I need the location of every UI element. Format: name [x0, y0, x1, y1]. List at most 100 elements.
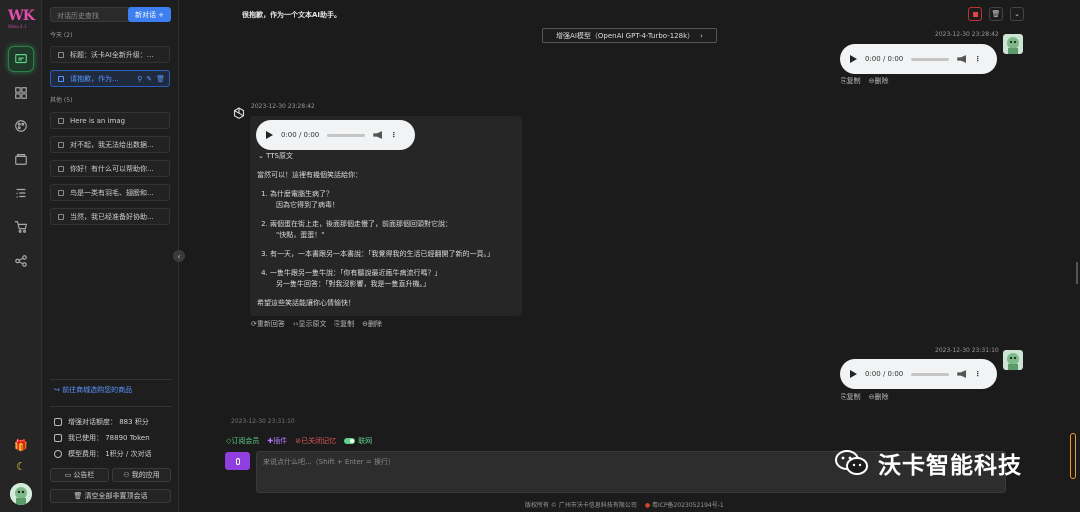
audio-player[interactable]: 0:00 / 0:00 ⋮ — [256, 120, 415, 150]
tts-label-text: TTS原文 — [266, 152, 293, 160]
more-options-icon[interactable]: ⋮ — [974, 55, 981, 63]
microphone-icon — [235, 457, 240, 465]
police-badge-icon: ● — [644, 502, 652, 509]
copy-button[interactable]: ⎘复制 — [841, 392, 861, 402]
tts-source-toggle[interactable]: ⌄ TTS原文 — [258, 151, 293, 161]
edit-icon[interactable]: ✎ — [146, 75, 152, 83]
memory-toggle[interactable]: ⊘已关闭记忆 — [295, 436, 336, 446]
watermark-text: 沃卡智能科技 — [878, 453, 1022, 479]
usage-text: 我已使用： 78890 Token — [68, 434, 150, 442]
apps-grid-icon[interactable] — [8, 80, 34, 106]
more-options-icon[interactable]: ⋮ — [390, 131, 397, 139]
audio-progress[interactable] — [911, 57, 950, 61]
divider — [50, 406, 172, 407]
delete-icon[interactable]: 🗑 — [156, 75, 165, 83]
assistant-message-content: 當然可以！這裡有幾個笑話給你： 為什麼電腦生病了？ 因為它得到了病毒！ 兩個蛋在街… — [257, 170, 519, 317]
delete-button[interactable]: ⊖删除 — [869, 392, 889, 402]
chat-icon — [58, 213, 64, 220]
pin-icon[interactable]: ⚲ — [137, 75, 142, 83]
volume-icon[interactable] — [373, 131, 383, 139]
conversation-item[interactable]: 当然，我已经准备好协助... — [50, 208, 170, 225]
app-logo: WK Woka 4.1 — [8, 8, 36, 30]
usage-icon — [54, 434, 62, 442]
audio-player[interactable]: 0:00 / 0:00 ⋮ — [840, 359, 997, 389]
delete-button[interactable]: ⊖删除 — [362, 319, 382, 329]
conversation-title: 对不起，我无法给出数据... — [70, 140, 154, 149]
wechat-logo-icon — [835, 450, 868, 475]
conversation-title: 鸟是一类有羽毛、翅膀和... — [70, 188, 154, 197]
share-icon[interactable] — [8, 248, 34, 274]
message-timestamp: 2023-12-30 23:28:42 — [251, 103, 315, 110]
microphone-button[interactable] — [225, 452, 250, 470]
conversation-item[interactable]: 对不起，我无法给出数据... — [50, 136, 170, 153]
play-icon[interactable] — [850, 55, 857, 63]
my-apps-button[interactable]: ⚇ 我的应用 — [112, 468, 171, 482]
chat-nav-icon[interactable] — [8, 46, 34, 72]
user-avatar[interactable] — [10, 483, 32, 505]
input-placeholder: 来说点什么吧...（Shift + Enter = 换行） — [263, 458, 396, 466]
delete-label: 删除 — [874, 77, 889, 85]
chat-icon — [58, 165, 64, 172]
conversation-title: 请抱歉，作为... — [70, 74, 119, 83]
message-actions: ⎘复制 ⊖删除 — [841, 76, 888, 86]
clear-sessions-button[interactable]: 🗑 清空全部非置顶会话 — [50, 489, 171, 503]
delete-conversation-icon[interactable]: 🗑 — [989, 7, 1003, 21]
joke-answer: "快點，蛋蛋！" — [276, 231, 325, 239]
cart-icon[interactable] — [8, 214, 34, 240]
list-item: 有一天，一本書跟另一本書說：「我覺得我的生活已經翻開了新的一頁。」 — [270, 249, 519, 260]
scrollbar-thumb[interactable] — [1076, 262, 1078, 284]
volume-icon[interactable] — [957, 370, 967, 378]
play-icon[interactable] — [850, 370, 857, 378]
copy-button[interactable]: ⎘复制 — [334, 319, 354, 329]
conversation-item[interactable]: 标题：沃卡AI全新升级：... — [50, 46, 170, 63]
delete-button[interactable]: ⊖删除 — [869, 76, 889, 86]
store-icon[interactable] — [8, 146, 34, 172]
more-options-icon[interactable]: ⋮ — [974, 370, 981, 378]
conversation-item[interactable]: 鸟是一类有羽毛、翅膀和... — [50, 184, 170, 201]
palette-icon[interactable] — [8, 113, 34, 139]
clear-label: 清空全部非置顶会话 — [84, 492, 148, 500]
joke-answer: 另一隻牛回答：「對我沒影響，我是一隻直升機。」 — [276, 280, 430, 288]
message-intro: 當然可以！這裡有幾個笑話給你： — [257, 171, 362, 179]
copy-button[interactable]: ⎘复制 — [841, 76, 861, 86]
chevron-down-icon: ⌄ — [258, 152, 267, 160]
model-selector[interactable]: 增强AI模型（OpenAI GPT-4-Turbo-128k） › — [542, 28, 717, 43]
regenerate-label: 重新回答 — [256, 320, 285, 328]
toggle-switch[interactable] — [344, 438, 356, 444]
network-toggle[interactable]: 联网 — [344, 436, 372, 446]
message-timestamp: 2023-12-30 23:31:10 — [935, 347, 999, 354]
audio-player[interactable]: 0:00 / 0:00 ⋮ — [840, 44, 997, 74]
list-item: 一隻牛跟另一隻牛說：「你有聽說最近瘋牛病流行嗎？」另一隻牛回答：「對我沒影響，我… — [270, 268, 519, 290]
show-source-button[interactable]: ‹›显示原文 — [293, 319, 327, 329]
joke-line: 一隻牛跟另一隻牛說：「你有聽說最近瘋牛病流行嗎？」 — [270, 269, 442, 277]
volume-icon[interactable] — [957, 55, 967, 63]
conversation-item-active[interactable]: 请抱歉，作为... ⚲ ✎ 🗑 — [50, 70, 170, 87]
store-link[interactable]: ↪ 前往商城选购您的商品 — [54, 385, 132, 395]
group-label-today: 今天 (2) — [50, 32, 73, 39]
icp-link[interactable]: ● 粤ICP备2023052194号-1 — [645, 500, 724, 509]
notice-button[interactable]: ▭ 公告栏 — [50, 468, 109, 482]
subscribe-button[interactable]: ◇订阅会员 — [226, 436, 259, 446]
chevron-down-icon[interactable]: ⌄ — [1010, 7, 1024, 21]
joke-list: 為什麼電腦生病了？ 因為它得到了病毒！ 兩個蛋在街上走，後面那個走慢了，前面那個回… — [257, 189, 519, 290]
chat-main: 很抱歉，作为一个文本AI助手。 🗑 ⌄ 增强AI模型（OpenAI GPT-4-… — [179, 0, 1080, 512]
memory-label: 已关闭记忆 — [301, 437, 337, 445]
moon-icon[interactable]: ☾ — [14, 459, 28, 473]
chat-icon — [58, 141, 64, 148]
play-icon[interactable] — [266, 131, 273, 139]
scroll-indicator[interactable] — [1070, 433, 1076, 479]
conversation-item[interactable]: Here is an imag — [50, 112, 170, 129]
plugin-button[interactable]: ✚插件 — [267, 436, 287, 446]
new-chat-button[interactable]: 新对话 + — [128, 7, 171, 22]
copyright-text: 版权所有 © 广州市沃卡信息科技有限公司 — [525, 502, 637, 509]
group-label-other: 其他 (5) — [50, 97, 73, 104]
gift-icon[interactable]: 🎁 — [14, 438, 28, 452]
conversation-sidebar: 对话历史查找 新对话 + 今天 (2) 标题：沃卡AI全新升级：... 请抱歉，… — [42, 0, 179, 512]
regenerate-button[interactable]: ⟳重新回答 — [251, 319, 285, 329]
audio-progress[interactable] — [327, 133, 366, 137]
conversation-item[interactable]: 你好！有什么可以帮助你... — [50, 160, 170, 177]
record-icon[interactable] — [968, 7, 982, 21]
audio-time: 0:00 / 0:00 — [281, 131, 320, 139]
list-icon[interactable] — [8, 180, 34, 206]
audio-progress[interactable] — [911, 372, 950, 376]
